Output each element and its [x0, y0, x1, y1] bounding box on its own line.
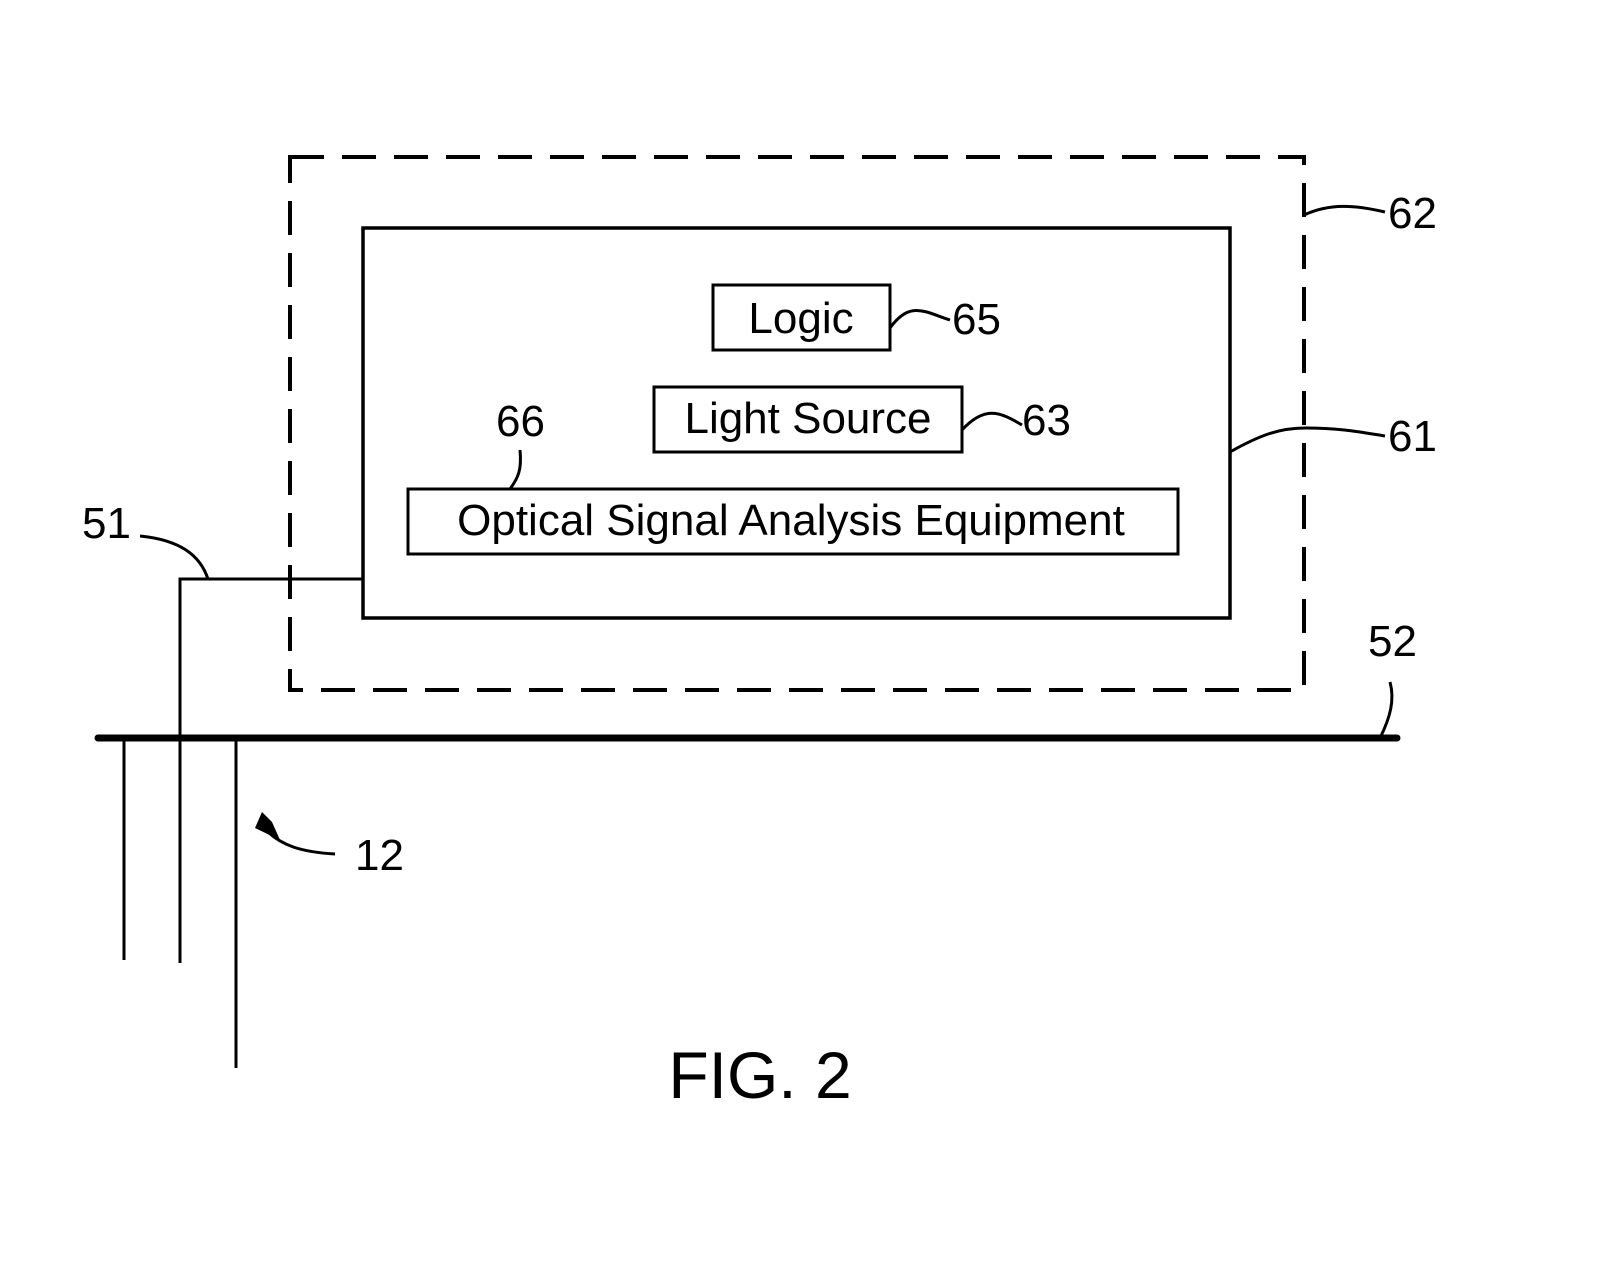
light-source-label: Light Source	[684, 394, 931, 443]
fig2-diagram: Logic Light Source Optical Signal Analys…	[82, 155, 1437, 1112]
arrowhead-12-icon	[255, 812, 280, 840]
ref-12: 12	[355, 831, 404, 880]
ref-52: 52	[1368, 617, 1417, 666]
leader-62	[1303, 204, 1386, 217]
fiber-51-line	[178, 577, 363, 963]
leader-12	[266, 830, 336, 856]
ref-62: 62	[1388, 189, 1437, 238]
leader-52	[1378, 681, 1394, 739]
logic-label: Logic	[748, 294, 853, 343]
ref-65: 65	[952, 295, 1001, 344]
ref-61: 61	[1388, 412, 1437, 461]
ref-63: 63	[1022, 396, 1071, 445]
leader-51	[139, 534, 210, 580]
analysis-equipment-label: Optical Signal Analysis Equipment	[457, 496, 1125, 545]
leader-61	[1229, 426, 1386, 454]
leader-65	[888, 309, 951, 329]
ref-51: 51	[82, 499, 131, 548]
leader-66	[508, 449, 522, 490]
figure-caption: FIG. 2	[668, 1038, 851, 1112]
ref-66: 66	[496, 397, 545, 446]
leader-63	[960, 411, 1023, 432]
